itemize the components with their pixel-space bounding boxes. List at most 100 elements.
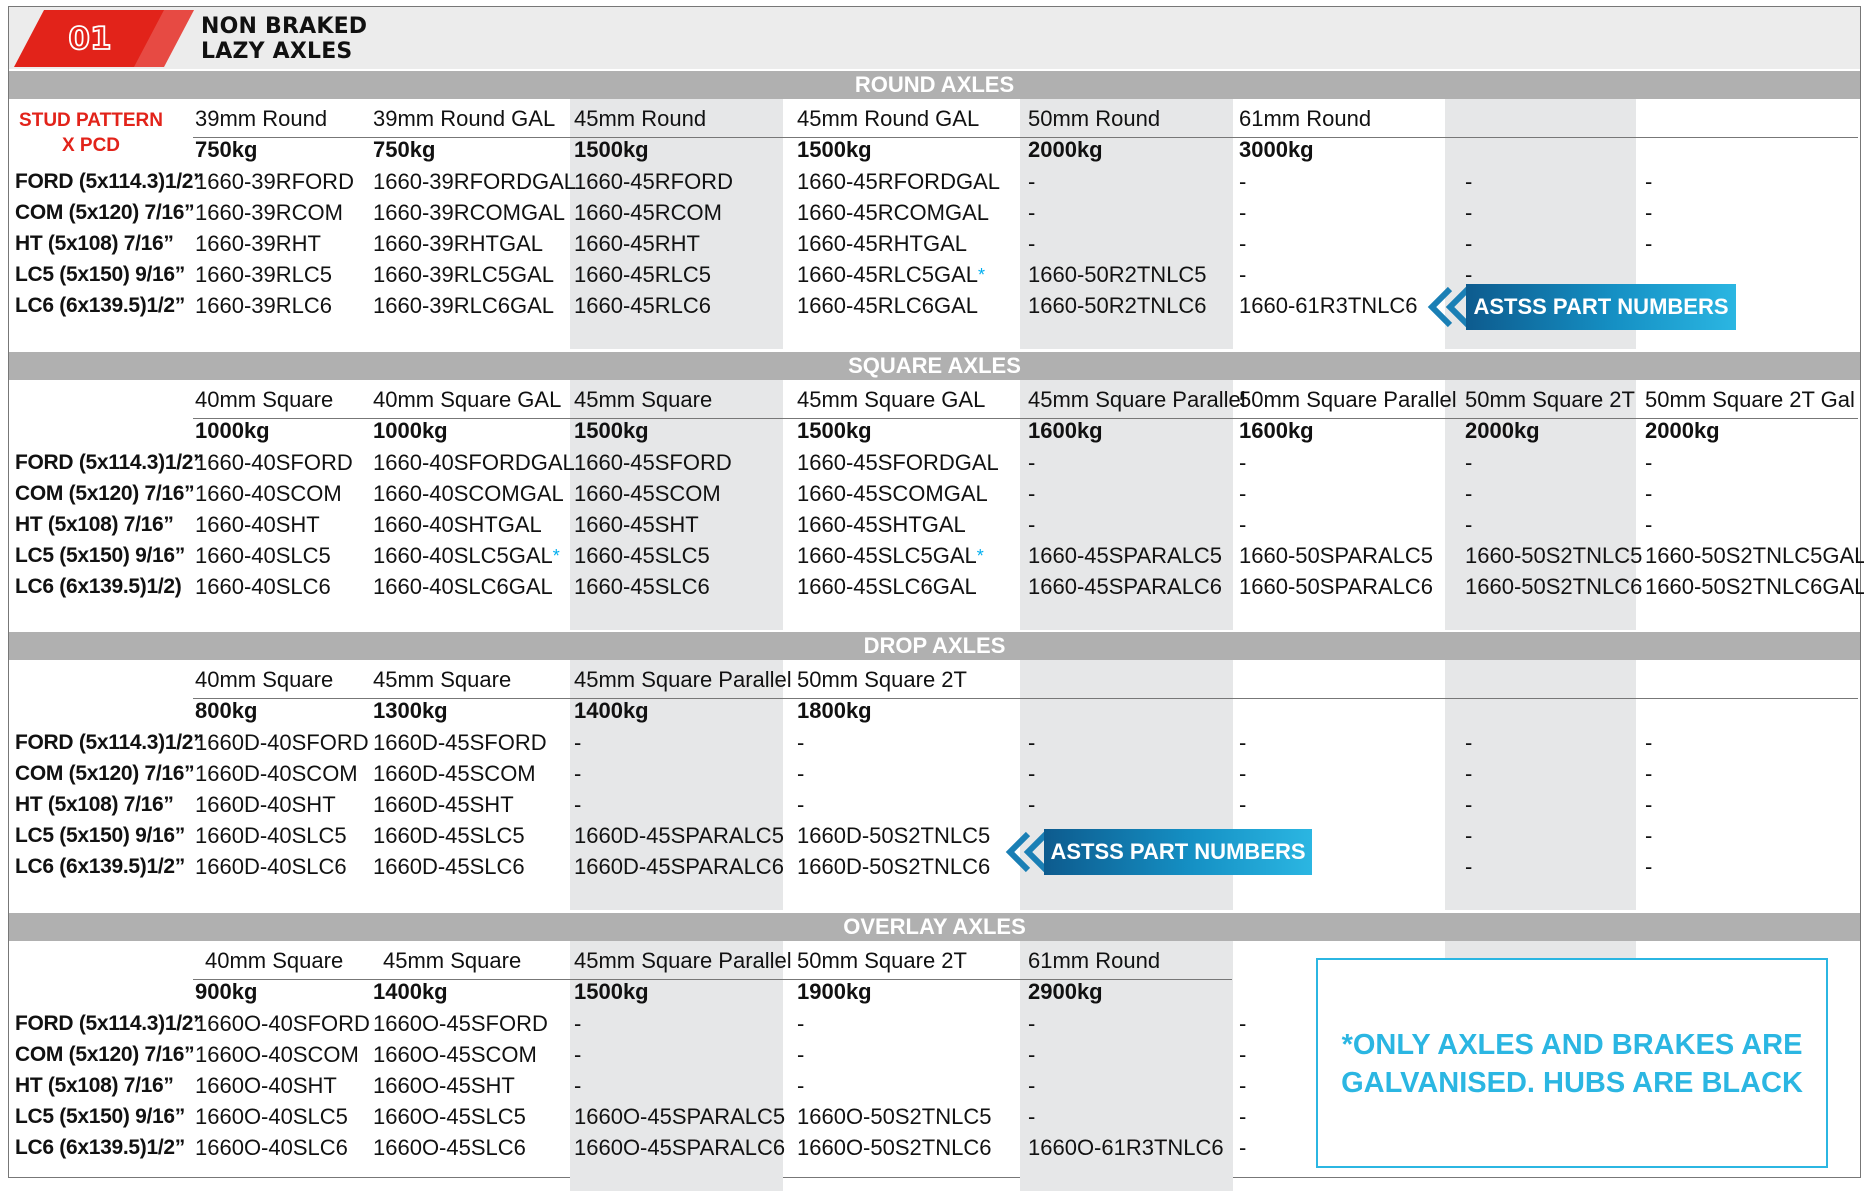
part-number-cell: - [1645, 231, 1653, 256]
part-number-cell: 1660D-50S2TNLC5 [797, 823, 991, 848]
capacity-header: 1900kg [797, 979, 872, 1004]
part-number-cell: 1660D-40SFORD [195, 730, 369, 755]
axle-type-header: 40mm Square [205, 948, 344, 973]
part-number-cell: - [1465, 481, 1473, 506]
capacity-header: 1000kg [195, 418, 270, 443]
section-title: SQUARE AXLES [9, 352, 1860, 380]
part-number-cell: - [797, 1011, 805, 1036]
part-number-text: 1660-50S2TNLC6GAL [1645, 574, 1864, 599]
galvanised-note-line2: GALVANISED. HUBS ARE BLACK [1341, 1067, 1803, 1099]
stud-pattern-row-label: COM (5x120) 7/16” [15, 482, 195, 505]
header-divider [193, 698, 1858, 699]
column-stripe [1445, 941, 1636, 958]
part-number-cell: 1660-50SPARALC6 [1239, 574, 1434, 599]
part-number-cell: - [1645, 512, 1653, 537]
stud-pattern-row-label: COM (5x120) 7/16” [15, 762, 195, 785]
part-number-cell: - [1239, 1042, 1247, 1067]
part-number-cell: 1660-39RFORD [195, 169, 354, 194]
part-number-cell: - [574, 761, 582, 786]
part-number-cell: - [574, 1042, 582, 1067]
part-number-cell: 1660O-40SHT [195, 1073, 337, 1098]
axle-type-header: 50mm Square 2T Gal [1645, 387, 1855, 412]
part-number-cell: 1660-39RHT [195, 231, 321, 256]
part-number-cell: 1660O-45SHT [373, 1073, 515, 1098]
part-number-cell: 1660O-45SCOM [373, 1042, 537, 1067]
galvanised-asterisk: * [976, 546, 984, 566]
part-number-cell: 1660-45SLC6GAL [797, 574, 977, 599]
part-number-cell: - [797, 1042, 805, 1067]
header-divider [193, 418, 1858, 419]
part-number-cell: - [1028, 450, 1036, 475]
galvanised-asterisk: * [978, 265, 986, 285]
stud-pattern-label: STUD PATTERN X PCD [16, 108, 166, 158]
part-number-cell: - [797, 1073, 805, 1098]
axle-type-header: 61mm Round [1239, 106, 1372, 131]
part-number-cell: 1660-40SLC5GAL* [373, 541, 560, 571]
part-number-cell: - [1028, 730, 1036, 755]
stud-pattern-row-label: FORD (5x114.3)1/2” [15, 451, 204, 474]
section-title: OVERLAY AXLES [9, 913, 1860, 941]
part-number-cell: - [1645, 792, 1653, 817]
spec-sheet: 01 NON BRAKED LAZY AXLES STUD PATTERN X … [0, 0, 1864, 1191]
part-number-cell: - [574, 1011, 582, 1036]
part-number-cell: - [1645, 450, 1653, 475]
part-number-cell: - [1465, 512, 1473, 537]
part-number-cell: - [1465, 450, 1473, 475]
stud-pattern-row-label: HT (5x108) 7/16” [15, 513, 174, 536]
part-number-cell: 1660-45RLC6 [574, 293, 711, 318]
part-number-cell: 1660O-45SPARALC5 [574, 1104, 786, 1129]
axle-type-header: 50mm Round [1028, 106, 1161, 131]
part-number-cell: 1660-40SHT [195, 512, 320, 537]
stud-pattern-row-label: FORD (5x114.3)1/2” [15, 731, 204, 754]
part-number-cell: 1660-45SCOM [574, 481, 721, 506]
axle-type-header: 50mm Square 2T [797, 667, 967, 692]
part-number-cell: - [1239, 1104, 1247, 1129]
capacity-header: 2000kg [1645, 418, 1720, 443]
astss-callout-round-label: ASTSS PART NUMBERS [1466, 284, 1736, 330]
part-number-cell: 1660-40SFORDGAL [373, 450, 575, 475]
part-number-cell: - [1028, 1073, 1036, 1098]
part-number-cell: - [1465, 231, 1473, 256]
axle-type-header: 45mm Round [574, 106, 707, 131]
axle-type-header: 45mm Square GAL [797, 387, 986, 412]
capacity-header: 1500kg [574, 979, 649, 1004]
part-number-cell: - [1239, 730, 1247, 755]
part-number-cell: 1660-45RCOM [574, 200, 722, 225]
part-number-cell: 1660-45SLC5GAL* [797, 541, 984, 571]
capacity-header: 800kg [195, 698, 258, 723]
stud-pattern-line2: X PCD [61, 135, 121, 156]
part-number-cell: - [1645, 481, 1653, 506]
stud-pattern-row-label: COM (5x120) 7/16” [15, 1043, 195, 1066]
part-number-cell: 1660O-40SLC6 [195, 1135, 348, 1160]
stud-pattern-row-label: LC6 (6x139.5)1/2” [15, 855, 185, 878]
capacity-header: 1300kg [373, 698, 448, 723]
part-number-cell: - [1239, 262, 1247, 287]
part-number-cell: 1660D-40SCOM [195, 761, 358, 786]
axle-type-header: 39mm Round GAL [373, 106, 556, 131]
part-number-cell: 1660-45SCOMGAL [797, 481, 988, 506]
axle-type-header: 40mm Square GAL [373, 387, 562, 412]
part-number-cell: - [797, 792, 805, 817]
part-number-cell: 1660-40SLC6GAL [373, 574, 553, 599]
capacity-header: 1500kg [797, 418, 872, 443]
axle-type-header: 61mm Round [1028, 948, 1161, 973]
stud-pattern-row-label: HT (5x108) 7/16” [15, 1074, 174, 1097]
astss-callout-round: ASTSS PART NUMBERS [1422, 284, 1736, 330]
capacity-header: 2000kg [1465, 418, 1540, 443]
part-number-cell: 1660-45RLC5GAL* [797, 260, 985, 290]
part-number-cell: 1660D-40SLC6 [195, 854, 347, 879]
part-number-cell: 1660-40SCOMGAL [373, 481, 564, 506]
part-number-cell: 1660-45SHT [574, 512, 699, 537]
part-number-cell: 1660-39RLC6GAL [373, 293, 555, 318]
part-number-cell: 1660D-45SHT [373, 792, 514, 817]
part-number-cell: - [1239, 200, 1247, 225]
part-number-cell: - [1465, 792, 1473, 817]
capacity-header: 1400kg [574, 698, 649, 723]
part-number-cell: - [1028, 481, 1036, 506]
part-number-cell: 1660-45SFORDGAL [797, 450, 999, 475]
part-number-cell: 1660-61R3TNLC6 [1239, 293, 1418, 318]
part-number-cell: - [1239, 481, 1247, 506]
stud-pattern-row-label: LC6 (6x139.5)1/2” [15, 1136, 185, 1159]
part-number-cell: 1660O-40SCOM [195, 1042, 359, 1067]
part-number-cell: - [1028, 169, 1036, 194]
